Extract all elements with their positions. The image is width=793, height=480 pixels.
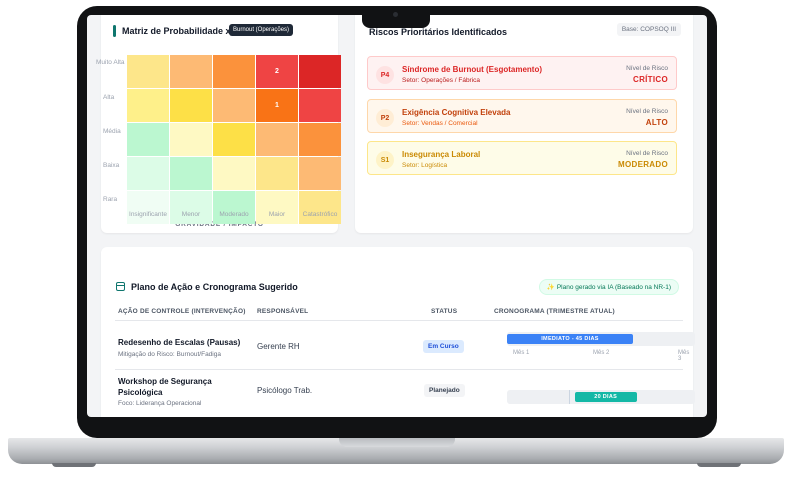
risk-sector: Setor: Logística	[402, 162, 448, 169]
action-name: Workshop de Segurança Psicológica	[118, 377, 212, 397]
risk-level: ALTO	[645, 118, 668, 127]
matrix-cell[interactable]	[213, 191, 255, 224]
action-subtitle: Foco: Liderança Operacional	[118, 400, 202, 407]
risk-code-badge: P4	[376, 66, 394, 84]
risk-name: Insegurança Laboral	[402, 150, 481, 159]
matrix-cell[interactable]	[299, 55, 341, 88]
matrix-cell[interactable]: 1	[256, 89, 298, 122]
base-badge: Base: COPSOQ III	[616, 23, 681, 36]
matrix-cell[interactable]	[256, 191, 298, 224]
matrix-cell[interactable]	[170, 89, 212, 122]
matrix-col-label: Catastrófico	[302, 211, 338, 218]
risk-sector: Setor: Vendas / Comercial	[402, 120, 478, 127]
risks-title: Riscos Prioritários Identificados	[369, 27, 508, 37]
header-status: STATUS	[431, 308, 458, 315]
action-subtitle: Mitigação do Risco: Burnout/Fadiga	[118, 351, 221, 358]
risk-name: Exigência Cognitiva Elevada	[402, 108, 511, 117]
risk-item[interactable]: P2 Exigência Cognitiva Elevada Setor: Vend…	[367, 99, 677, 133]
month-label: Mês 1	[513, 350, 530, 356]
camera-icon	[393, 12, 398, 17]
schedule-track: 20 DIAS	[507, 390, 695, 404]
matrix-cell[interactable]	[170, 55, 212, 88]
risk-level: MODERADO	[618, 160, 668, 169]
plan-title: Plano de Ação e Cronograma Sugerido	[131, 282, 298, 292]
matrix-cell[interactable]	[299, 191, 341, 224]
matrix-row-label: Alta	[103, 94, 115, 101]
matrix-title: Matriz de Probabilidade x	[122, 26, 231, 36]
status-badge: Em Curso	[423, 340, 464, 353]
screen: Matriz de Probabilidade x Burnout (Opera…	[87, 15, 707, 417]
risk-code-badge: S1	[376, 151, 394, 169]
owner-cell: Gerente RH	[257, 342, 300, 351]
risk-level-label: Nível de Risco	[626, 65, 668, 72]
matrix-row-label: Média	[103, 128, 121, 135]
matrix-cell[interactable]	[299, 89, 341, 122]
matrix-cell[interactable]	[256, 157, 298, 190]
owner-cell: Psicólogo Trab.	[257, 386, 313, 395]
schedule-marker	[569, 390, 570, 404]
header-owner: RESPONSÁVEL	[257, 308, 309, 315]
matrix-cell[interactable]	[127, 191, 169, 224]
risk-item[interactable]: P4 Síndrome de Burnout (Esgotamento) Setor…	[367, 56, 677, 90]
matrix-cell[interactable]	[213, 89, 255, 122]
risk-sector: Setor: Operações / Fábrica	[402, 77, 481, 84]
risk-level: CRÍTICO	[633, 75, 668, 84]
matrix-row-label: Baixa	[103, 162, 120, 169]
matrix-row-label: Rara	[103, 196, 118, 203]
risk-name: Síndrome de Burnout (Esgotamento)	[402, 65, 542, 74]
matrix-cell[interactable]	[127, 157, 169, 190]
matrix-cell[interactable]	[127, 55, 169, 88]
matrix-cell[interactable]	[213, 157, 255, 190]
risk-matrix-card: Matriz de Probabilidade x Burnout (Opera…	[96, 15, 341, 233]
matrix-cell[interactable]	[170, 157, 212, 190]
schedule-bar[interactable]: 20 DIAS	[574, 392, 637, 402]
risk-level-label: Nível de Risco	[626, 150, 668, 157]
month-label: Mês 2	[593, 350, 610, 356]
risk-level-label: Nível de Risco	[626, 108, 668, 115]
laptop-foot-right	[697, 463, 741, 467]
laptop-foot-left	[52, 463, 96, 467]
matrix-cell[interactable]	[170, 191, 212, 224]
matrix-tooltip: Burnout (Operações)	[229, 24, 294, 36]
risk-item[interactable]: S1 Insegurança Laboral Setor: Logística Nív…	[367, 141, 677, 175]
matrix-cell[interactable]	[299, 157, 341, 190]
matrix-cell[interactable]	[299, 123, 341, 156]
priority-risks-card: Riscos Prioritários Identificados Base: …	[355, 15, 693, 233]
header-schedule: CRONOGRAMA (TRIMESTRE ATUAL)	[494, 308, 615, 315]
row-divider	[115, 369, 683, 370]
matrix-row-label: Muito Alta	[96, 59, 125, 66]
schedule-track: IMEDIATO - 45 DIAS	[507, 332, 695, 346]
action-plan-card: Plano de Ação e Cronograma Sugerido ✨ Pl…	[101, 247, 695, 417]
ai-generated-badge[interactable]: ✨ Plano gerado via IA (Baseado na NR-1)	[538, 279, 679, 295]
matrix-cell[interactable]: 2	[256, 55, 298, 88]
matrix-cell[interactable]	[256, 123, 298, 156]
schedule-bar[interactable]: IMEDIATO - 45 DIAS	[507, 334, 633, 344]
title-accent-bar	[113, 25, 116, 37]
matrix-cell[interactable]	[170, 123, 212, 156]
risk-code-badge: P2	[376, 109, 394, 127]
laptop-base-notch	[339, 438, 455, 447]
matrix-cell[interactable]	[127, 123, 169, 156]
action-name: Redesenho de Escalas (Pausas)	[118, 338, 241, 347]
status-badge: Planejado	[424, 384, 465, 397]
matrix-cell[interactable]	[213, 123, 255, 156]
header-action: AÇÃO DE CONTROLE (INTERVENÇÃO)	[118, 308, 246, 315]
month-label: Mês 3	[678, 350, 690, 362]
matrix-cell[interactable]	[127, 89, 169, 122]
matrix-cell[interactable]	[213, 55, 255, 88]
header-divider	[115, 320, 683, 321]
calendar-icon	[116, 282, 125, 291]
camera-notch	[362, 6, 430, 28]
